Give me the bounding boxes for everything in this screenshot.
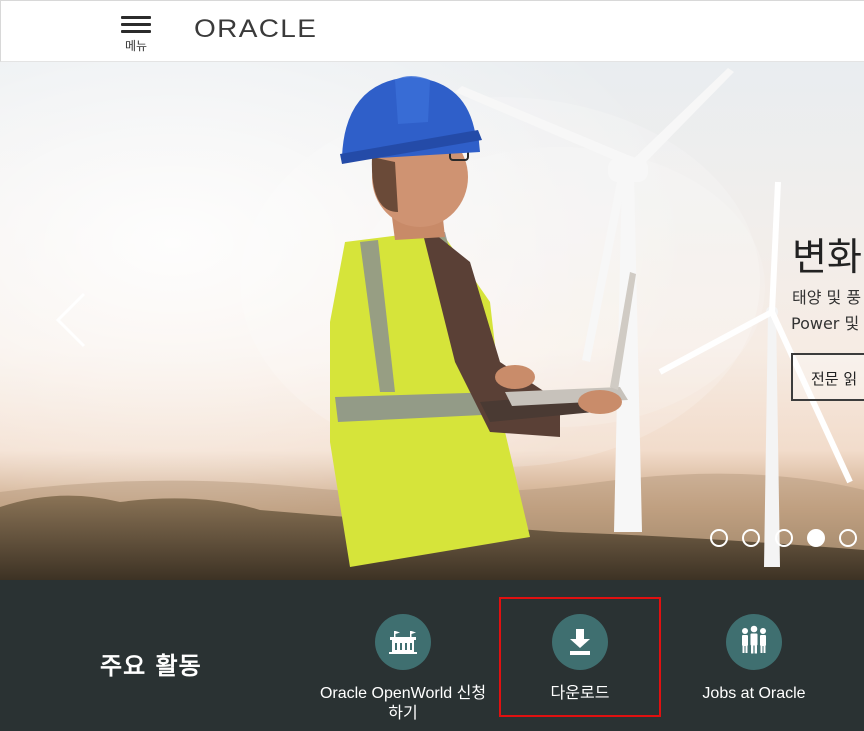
- hamburger-icon: [121, 16, 151, 19]
- menu-button[interactable]: 메뉴: [119, 13, 153, 57]
- hamburger-icon-bar: [121, 30, 151, 33]
- carousel-dot-2[interactable]: [742, 529, 760, 547]
- carousel-dot-3[interactable]: [775, 529, 793, 547]
- carousel-dot-4[interactable]: [807, 529, 825, 547]
- carousel-dot-5[interactable]: [839, 529, 857, 547]
- hero-subtext-line1: 태양 및 풍: [792, 288, 862, 307]
- openworld-link[interactable]: Oracle OpenWorld 신청하기: [318, 614, 488, 724]
- people-icon: [726, 614, 782, 670]
- oracle-logo[interactable]: ORACLE: [194, 15, 317, 44]
- hero-cta-button[interactable]: 전문 읽: [791, 353, 864, 401]
- key-activities-bar: 주요 활동 Oracle OpenWorld 신청하기 다운로드 Jobs at…: [0, 580, 864, 731]
- download-label: 다운로드: [550, 685, 610, 702]
- hero-carousel: 변화 태양 및 풍 Power 및 전문 읽: [0, 62, 864, 580]
- carousel-dot-1[interactable]: [710, 529, 728, 547]
- hamburger-icon-bar: [121, 23, 151, 26]
- site-header: 메뉴 ORACLE: [0, 0, 864, 62]
- previous-slide-icon[interactable]: [52, 290, 92, 350]
- building-icon: [375, 614, 431, 670]
- jobs-label: Jobs at Oracle: [702, 685, 806, 702]
- openworld-label: Oracle OpenWorld 신청하기: [319, 685, 487, 722]
- download-icon: [552, 614, 608, 670]
- key-activities-title: 주요 활동: [100, 652, 202, 680]
- download-link[interactable]: 다운로드: [512, 614, 648, 704]
- hero-headline: 변화: [792, 235, 862, 279]
- hero-subtext-line2: Power 및: [791, 314, 860, 333]
- jobs-link[interactable]: Jobs at Oracle: [690, 614, 818, 704]
- hero-image: [0, 62, 864, 580]
- menu-label: 메뉴: [124, 39, 148, 53]
